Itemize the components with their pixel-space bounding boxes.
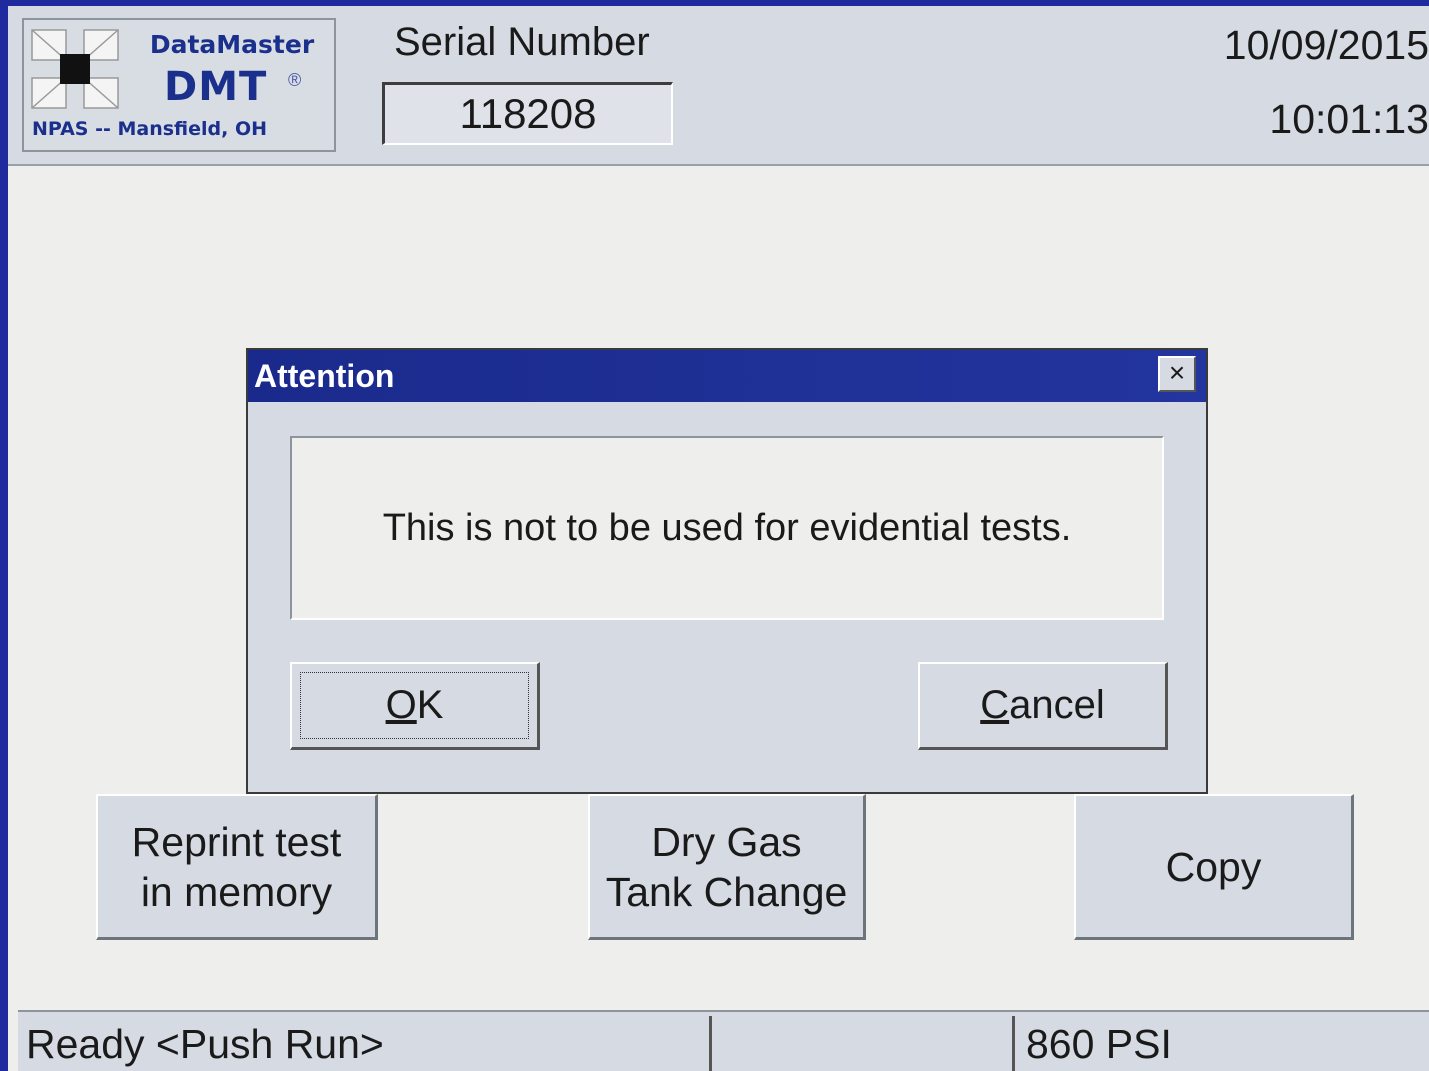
logo-location: NPAS -- Mansfield, OH [32, 118, 268, 140]
copy-label: Copy [1165, 843, 1262, 890]
reprint-test-button[interactable]: Reprint test in memory [96, 794, 378, 940]
status-ready: Ready <Push Run> [18, 1016, 712, 1071]
logo: DataMaster DMT ® NPAS -- Mansfield, OH [22, 18, 336, 152]
datamaster-logo-icon [31, 29, 119, 109]
copy-button[interactable]: Copy [1074, 794, 1354, 940]
header-date: 10/09/2015 [1223, 22, 1429, 68]
dry-gas-tank-change-button[interactable]: Dry Gas Tank Change [588, 794, 866, 940]
header-bar: DataMaster DMT ® NPAS -- Mansfield, OH S… [8, 6, 1429, 166]
dialog-message: This is not to be used for evidential te… [382, 506, 1072, 549]
registered-mark: ® [288, 70, 302, 90]
attention-dialog: Attention × This is not to be used for e… [246, 348, 1208, 794]
logo-brand: DataMaster [149, 30, 315, 59]
status-middle [715, 1016, 1015, 1071]
reprint-test-label: Reprint test in memory [131, 818, 342, 915]
close-icon[interactable]: × [1158, 356, 1196, 392]
cancel-button[interactable]: Cancel [918, 662, 1168, 750]
dry-gas-tank-change-label: Dry Gas Tank Change [605, 818, 848, 915]
dialog-message-box: This is not to be used for evidential te… [290, 436, 1164, 620]
ok-button[interactable]: OK [290, 662, 540, 750]
status-bar: Ready <Push Run> 860 PSI [18, 1010, 1429, 1071]
datamaster-screen: DataMaster DMT ® NPAS -- Mansfield, OH S… [8, 6, 1429, 1071]
serial-number-field: 118208 [382, 82, 673, 145]
dialog-titlebar: Attention × [248, 350, 1206, 402]
serial-number-label: Serial Number [394, 20, 650, 64]
focus-rectangle [300, 672, 529, 739]
cancel-label: Cancel [980, 683, 1105, 727]
status-pressure: 860 PSI [1026, 1021, 1172, 1067]
header-time: 10:01:13 [1269, 96, 1429, 142]
dialog-title: Attention [254, 358, 395, 394]
logo-model: DMT [164, 64, 268, 110]
